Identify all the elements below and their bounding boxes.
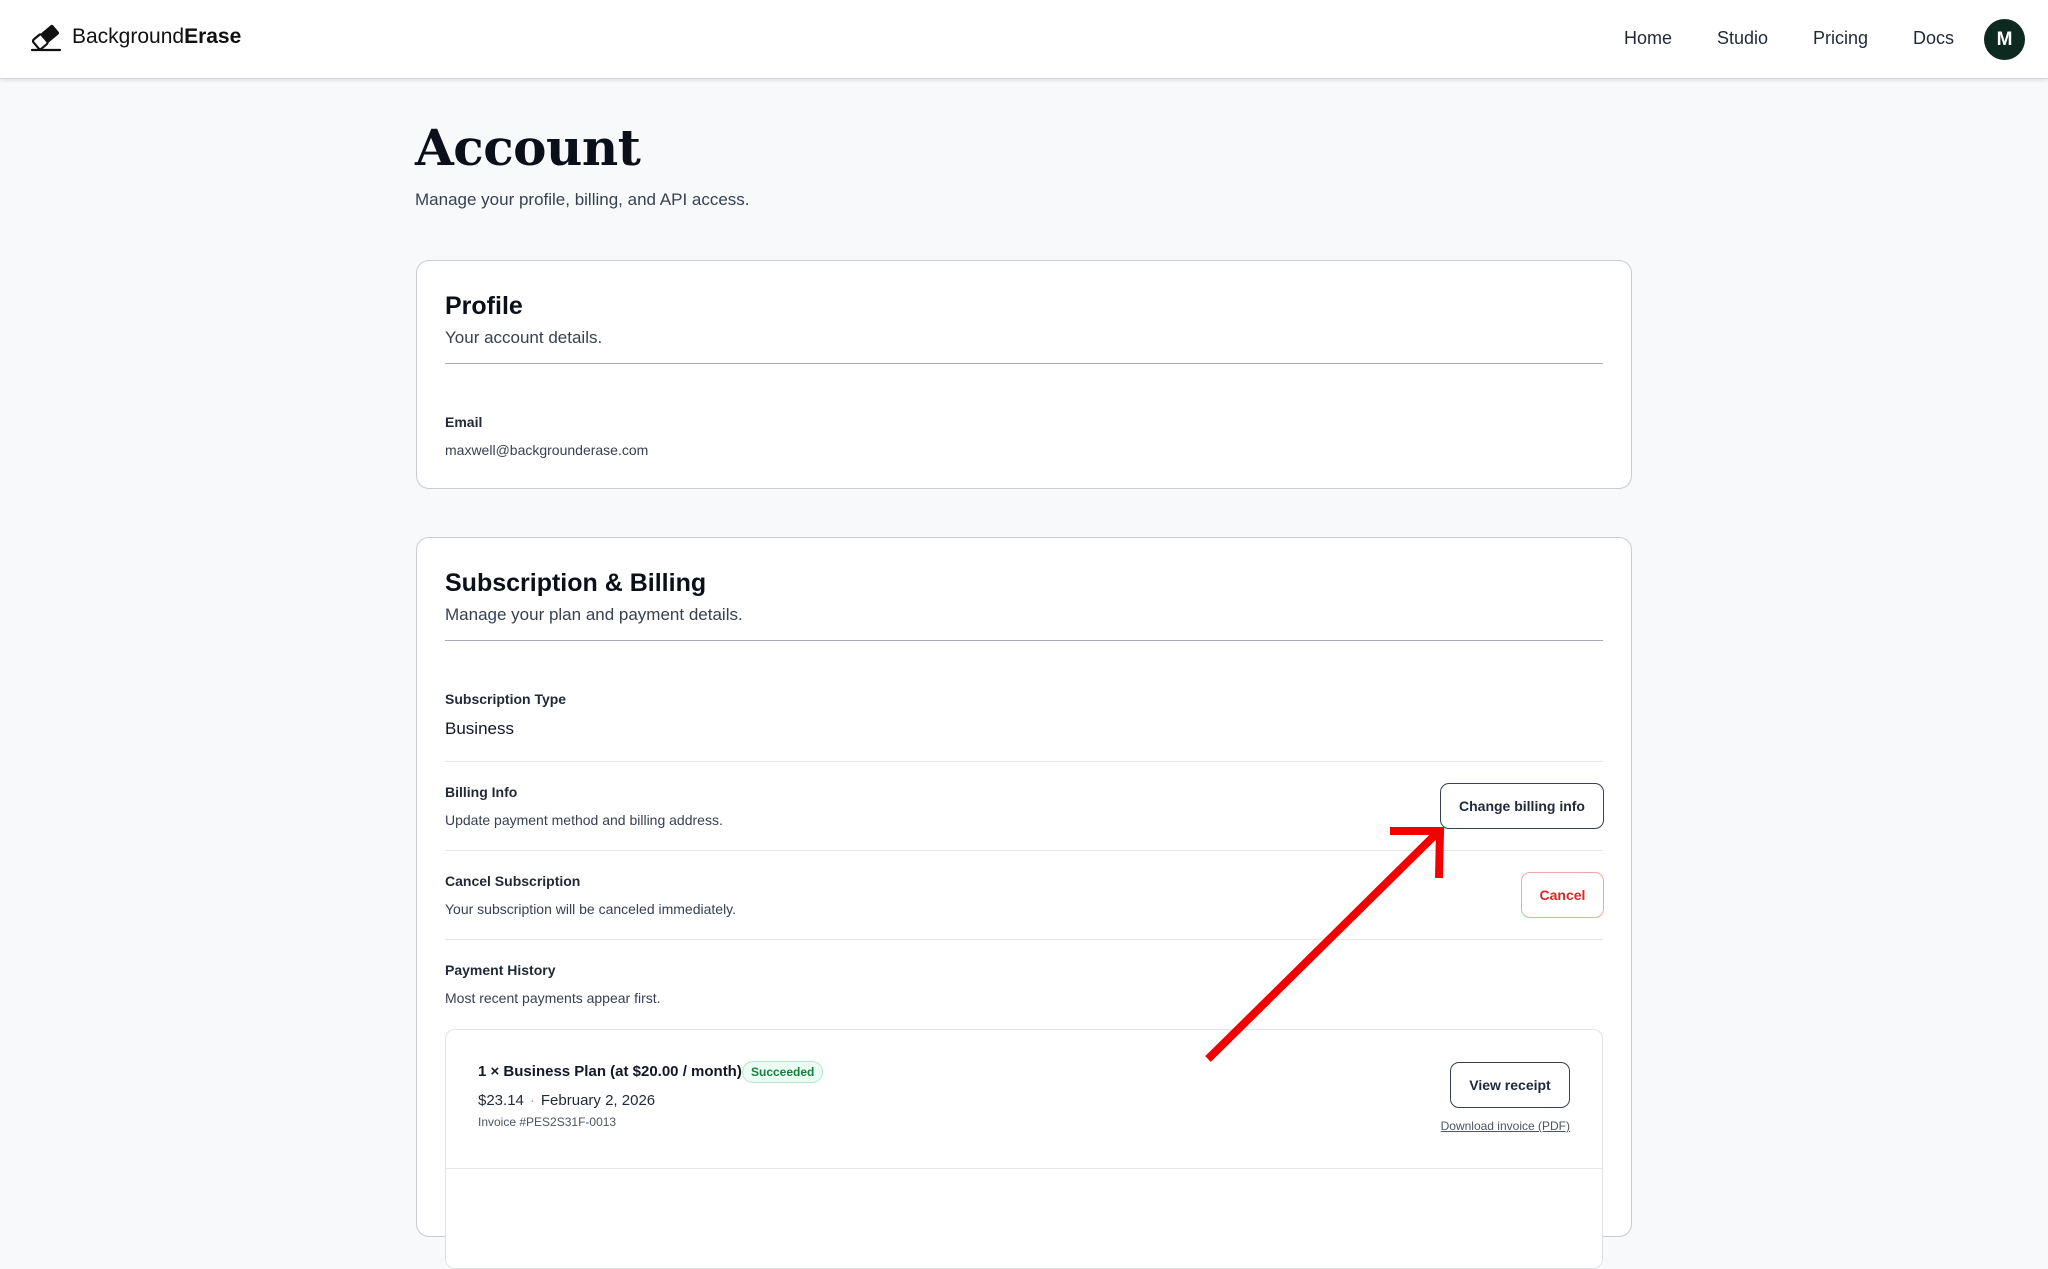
billing-info-description: Update payment method and billing addres… [445, 812, 723, 828]
change-billing-info-button[interactable]: Change billing info [1440, 783, 1604, 829]
subscription-type-label: Subscription Type [445, 691, 567, 707]
row-divider [445, 850, 1603, 851]
billing-divider [445, 640, 1603, 641]
profile-divider [445, 363, 1603, 364]
cancel-subscription-description: Your subscription will be canceled immed… [445, 901, 737, 917]
email-label: Email [445, 414, 483, 430]
brand-name: BackgroundErase [72, 25, 242, 48]
subscription-type-value: Business [445, 719, 514, 738]
profile-title: Profile [445, 292, 523, 320]
billing-title: Subscription & Billing [445, 569, 707, 597]
top-navigation-bar: BackgroundErase Home Studio Pricing Docs… [0, 0, 2048, 79]
payment-divider [446, 1168, 1602, 1169]
payment-history-list: 1 × Business Plan (at $20.00 / month) Su… [445, 1029, 1603, 1269]
payment-date: February 2, 2026 [540, 1092, 656, 1109]
eraser-icon [30, 24, 62, 52]
view-receipt-button[interactable]: View receipt [1450, 1062, 1570, 1108]
cancel-subscription-button[interactable]: Cancel [1521, 872, 1604, 918]
row-divider [445, 939, 1603, 940]
billing-card: Subscription & Billing Manage your plan … [416, 537, 1632, 1269]
nav-docs-link[interactable]: Docs [1913, 28, 1954, 49]
status-badge: Succeeded [742, 1061, 824, 1083]
nav-home-link[interactable]: Home [1624, 28, 1672, 49]
payment-history-description: Most recent payments appear first. [445, 990, 661, 1006]
nav-pricing-link[interactable]: Pricing [1813, 28, 1868, 49]
nav-studio-link[interactable]: Studio [1717, 28, 1768, 49]
payment-title: 1 × Business Plan (at $20.00 / month) [478, 1063, 742, 1080]
profile-description: Your account details. [445, 328, 603, 347]
payment-amount: $23.14 [478, 1092, 524, 1109]
user-avatar[interactable]: M [1984, 19, 2025, 60]
brand-logo[interactable]: BackgroundErase [30, 22, 241, 52]
separator-dot: · [529, 1092, 535, 1109]
cancel-subscription-label: Cancel Subscription [445, 873, 581, 889]
email-value: maxwell@backgrounderase.com [445, 442, 649, 458]
row-divider [445, 761, 1603, 762]
billing-description: Manage your plan and payment details. [445, 605, 743, 624]
billing-info-label: Billing Info [445, 784, 518, 800]
page-subtitle: Manage your profile, billing, and API ac… [415, 190, 750, 209]
download-invoice-link[interactable]: Download invoice (PDF) [1441, 1119, 1570, 1133]
profile-card: Profile Your account details. Email maxw… [416, 260, 1632, 489]
page-title: Account [415, 118, 641, 177]
payment-amount-date: $23.14 · February 2, 2026 [478, 1092, 655, 1109]
invoice-number: Invoice #PES2S31F-0013 [478, 1115, 617, 1129]
payment-history-label: Payment History [445, 962, 556, 978]
